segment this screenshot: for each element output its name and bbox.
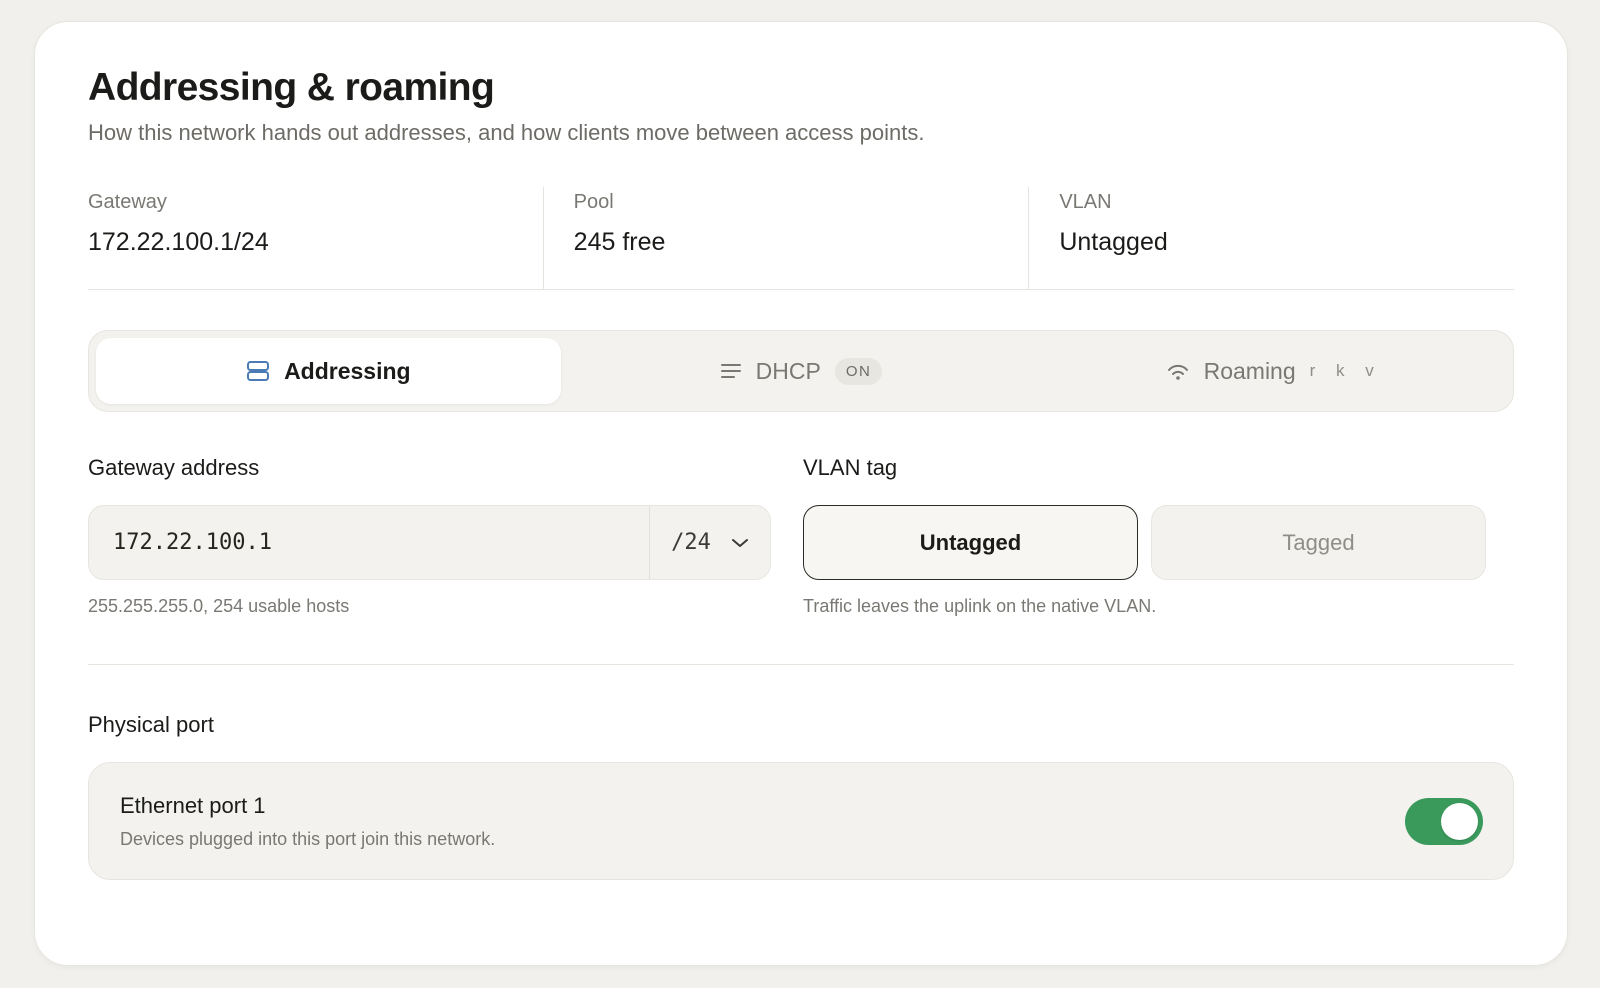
stat-value: Untagged xyxy=(1059,228,1168,256)
vlan-hint: Traffic leaves the uplink on the native … xyxy=(803,596,1157,616)
server-stack-icon xyxy=(246,360,270,382)
stat-label: Gateway xyxy=(88,191,167,213)
ethernet-port-row: Ethernet port 1 Devices plugged into thi… xyxy=(88,762,1514,880)
tab-dhcp[interactable]: DHCP ON xyxy=(569,338,1034,404)
stat-value: 172.22.100.1/24 xyxy=(88,228,269,256)
keyboard-shortcut-hint: r k v xyxy=(1309,361,1382,380)
port-description: Devices plugged into this port join this… xyxy=(120,829,496,849)
wifi-signal-icon xyxy=(1166,360,1190,382)
vlan-tag-label: VLAN tag xyxy=(803,455,898,480)
tab-bar: Addressing DHCP ON Roaming r k v xyxy=(88,330,1514,412)
stat-gateway: Gateway 172.22.100.1/24 xyxy=(88,187,543,289)
tab-label: Roaming xyxy=(1203,357,1296,384)
gateway-address-field: /24 xyxy=(88,505,771,580)
tab-roaming[interactable]: Roaming r k v xyxy=(1041,338,1506,404)
prefix-length-value: /24 xyxy=(671,530,711,555)
section-divider xyxy=(88,664,1514,665)
tab-label: Addressing xyxy=(284,357,411,384)
gateway-address-label: Gateway address xyxy=(88,455,260,480)
vlan-tagged-button[interactable]: Tagged xyxy=(1151,505,1486,580)
prefix-length-select[interactable]: /24 xyxy=(649,506,770,579)
physical-port-label: Physical port xyxy=(88,712,214,737)
tab-label: DHCP xyxy=(755,357,821,384)
page-subtitle: How this network hands out addresses, an… xyxy=(88,120,925,145)
tab-addressing[interactable]: Addressing xyxy=(96,338,561,404)
page-title: Addressing & roaming xyxy=(88,66,495,109)
stat-label: VLAN xyxy=(1059,191,1112,213)
stat-vlan: VLAN Untagged xyxy=(1028,187,1514,289)
lines-icon xyxy=(720,362,742,380)
stats-row: Gateway 172.22.100.1/24 Pool 245 free VL… xyxy=(88,187,1514,290)
stat-label: Pool xyxy=(573,191,614,213)
port-name: Ethernet port 1 xyxy=(120,793,266,818)
chevron-down-icon xyxy=(731,530,749,555)
gateway-hint: 255.255.255.0, 254 usable hosts xyxy=(88,596,350,616)
vlan-untagged-button[interactable]: Untagged xyxy=(803,505,1138,580)
settings-card: Addressing & roaming How this network ha… xyxy=(34,21,1568,966)
stat-value: 245 free xyxy=(573,228,666,256)
gateway-address-input[interactable] xyxy=(89,506,649,579)
port-enabled-toggle[interactable] xyxy=(1405,798,1483,845)
toggle-knob xyxy=(1441,803,1478,840)
stat-pool: Pool 245 free xyxy=(542,187,1029,289)
dhcp-status-badge: ON xyxy=(834,357,883,385)
